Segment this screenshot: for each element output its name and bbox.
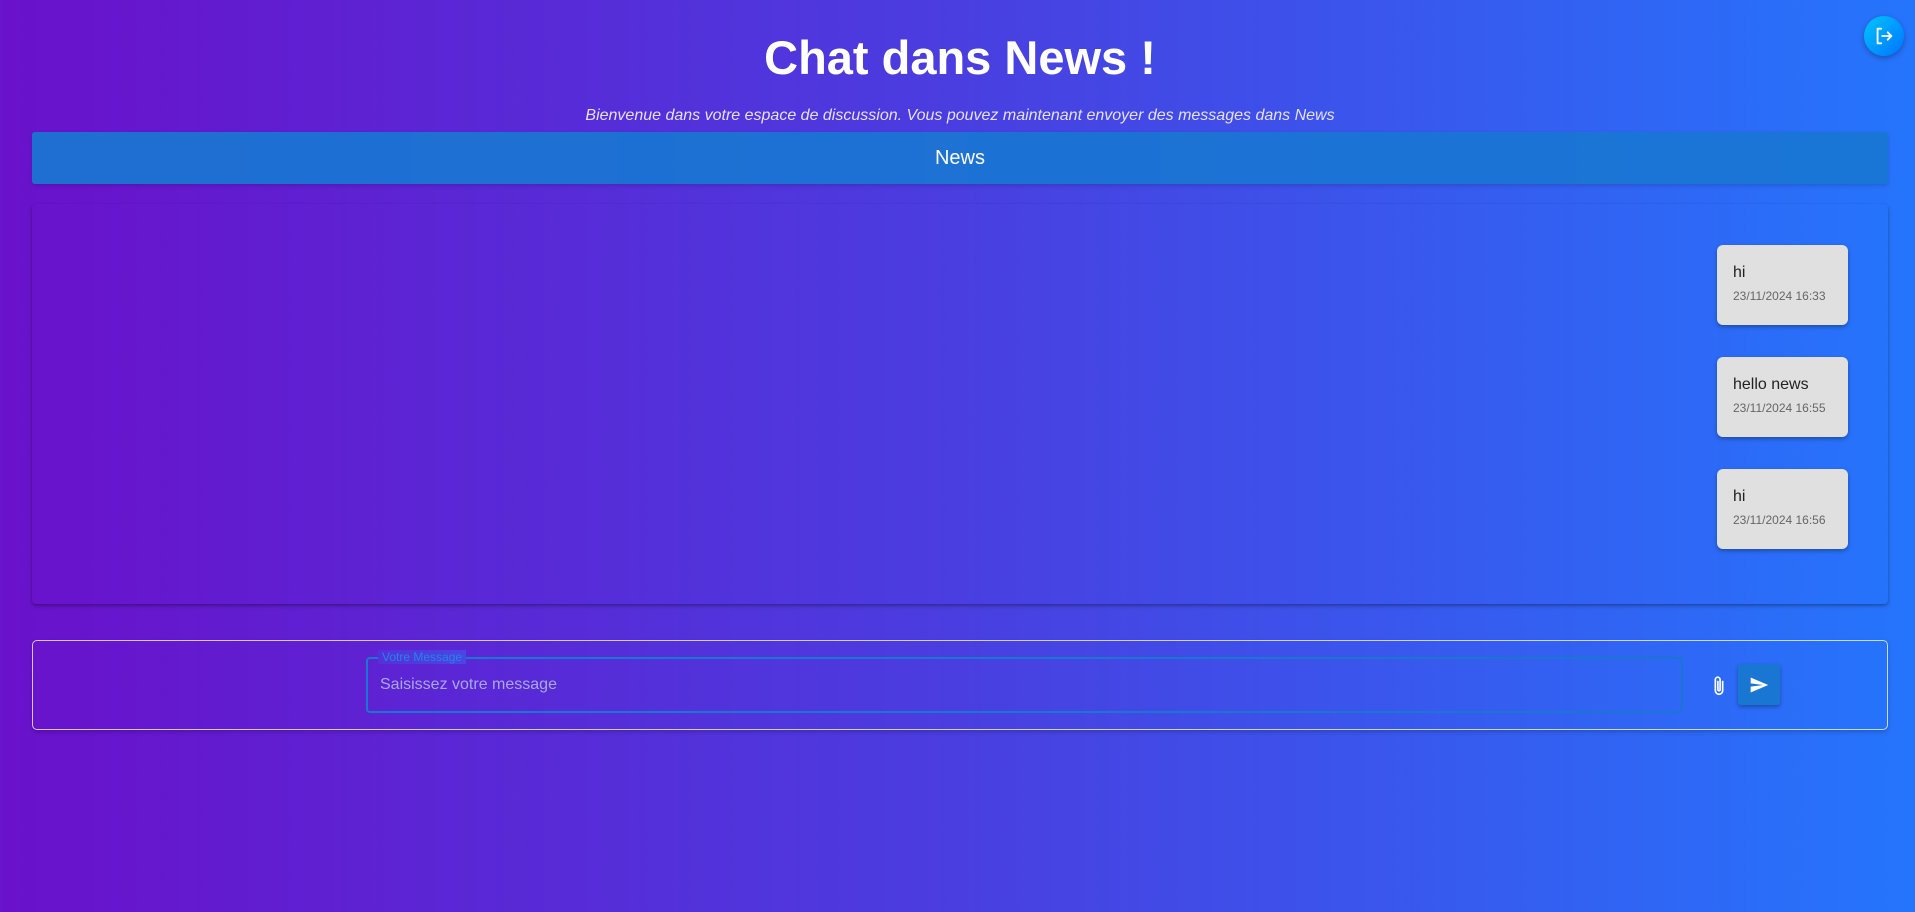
send-icon: [1750, 677, 1769, 692]
channel-header: News: [32, 132, 1888, 184]
attach-button[interactable]: [1709, 674, 1729, 698]
message-bubble: hi 23/11/2024 16:56: [1717, 469, 1848, 549]
message-timestamp: 23/11/2024 16:33: [1733, 289, 1826, 303]
paperclip-icon: [1714, 676, 1724, 696]
message-text: hi: [1733, 488, 1746, 505]
message-bubble: hi 23/11/2024 16:33: [1717, 245, 1848, 325]
messages-panel[interactable]: hi 23/11/2024 16:33 hello news 23/11/202…: [32, 204, 1888, 604]
message-text: hello news: [1733, 376, 1809, 393]
message-input[interactable]: [368, 659, 1681, 711]
send-button[interactable]: [1738, 664, 1780, 705]
channel-name: News: [934, 146, 985, 169]
message-bubble: hello news 23/11/2024 16:55: [1717, 357, 1848, 437]
page-subtitle: Bienvenue dans votre espace de discussio…: [585, 107, 1335, 124]
message-composer: Votre Message: [32, 640, 1888, 730]
message-timestamp: 23/11/2024 16:55: [1733, 401, 1826, 415]
page-title: Chat dans News !: [764, 31, 1156, 84]
message-text: hi: [1733, 264, 1746, 281]
message-timestamp: 23/11/2024 16:56: [1733, 513, 1826, 527]
message-field[interactable]: Votre Message: [366, 650, 1683, 713]
